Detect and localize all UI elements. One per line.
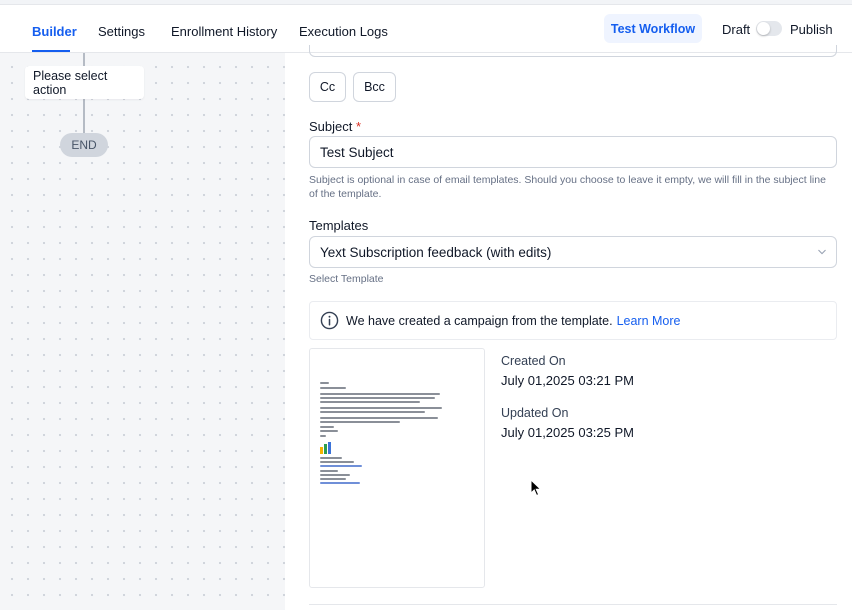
info-message: We have created a campaign from the temp… (346, 314, 681, 328)
action-node[interactable]: Please select action (25, 66, 144, 99)
tab-builder[interactable]: Builder (32, 24, 77, 39)
cc-button[interactable]: Cc (309, 72, 346, 102)
tab-enrollment-history[interactable]: Enrollment History (171, 24, 277, 39)
publish-label: Publish (790, 22, 833, 37)
test-workflow-button[interactable]: Test Workflow (604, 14, 702, 43)
subject-label-text: Subject (309, 119, 353, 134)
subject-label: Subject * (309, 119, 361, 134)
toggle-knob (757, 22, 770, 35)
publish-toggle[interactable] (756, 21, 782, 36)
template-select[interactable]: Yext Subscription feedback (with edits) (309, 236, 837, 268)
company-logo-icon (320, 442, 331, 454)
end-node: END (60, 133, 108, 157)
mouse-cursor-icon (530, 479, 542, 497)
tab-execution-logs[interactable]: Execution Logs (299, 24, 388, 39)
info-message-text: We have created a campaign from the temp… (346, 313, 613, 328)
template-preview-thumbnail[interactable] (309, 348, 485, 588)
template-help-text: Select Template (309, 273, 384, 285)
connector-line (83, 53, 85, 66)
required-mark: * (356, 119, 362, 134)
created-on-label: Created On (501, 354, 566, 368)
tab-settings[interactable]: Settings (98, 24, 145, 39)
updated-on-value: July 01,2025 03:25 PM (501, 425, 634, 440)
learn-more-link[interactable]: Learn More (617, 314, 681, 328)
template-selected-value: Yext Subscription feedback (with edits) (320, 244, 552, 260)
bcc-button[interactable]: Bcc (353, 72, 396, 102)
subject-input[interactable]: Test Subject (309, 136, 837, 168)
draft-label: Draft (722, 22, 751, 37)
info-banner: We have created a campaign from the temp… (309, 301, 837, 340)
info-icon (320, 311, 339, 330)
connector-line (83, 99, 85, 133)
templates-label: Templates (309, 218, 369, 233)
chevron-down-icon (818, 249, 826, 255)
workflow-canvas[interactable] (0, 53, 285, 610)
browser-strip (0, 0, 852, 5)
updated-on-label: Updated On (501, 406, 569, 420)
previous-field-edge (309, 45, 837, 57)
divider (309, 604, 837, 605)
subject-help-text: Subject is optional in case of email tem… (309, 174, 826, 200)
active-tab-indicator (32, 50, 70, 52)
created-on-value: July 01,2025 03:21 PM (501, 373, 634, 388)
